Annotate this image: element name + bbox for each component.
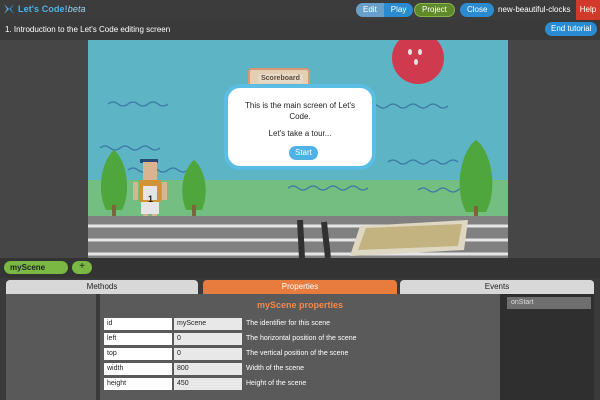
end-tutorial-button[interactable]: End tutorial bbox=[545, 22, 598, 36]
add-scene-button[interactable]: + bbox=[72, 261, 92, 274]
tree-middle bbox=[182, 160, 206, 217]
property-key: id bbox=[104, 318, 172, 330]
dialog-submessage: Let's take a tour... bbox=[268, 129, 332, 138]
runner-number: 1 bbox=[148, 194, 154, 204]
tab-properties[interactable]: Properties bbox=[203, 280, 397, 294]
property-key: height bbox=[104, 378, 172, 390]
scoreboard-title: Scoreboard bbox=[258, 74, 303, 83]
document-name: new-beautiful-clocks bbox=[498, 5, 571, 14]
property-value-field[interactable]: 800 bbox=[174, 363, 242, 375]
dialog-message: This is the main screen of Let's Code. bbox=[244, 101, 356, 121]
tree-left bbox=[100, 150, 128, 217]
tutorial-dialog: This is the main screen of Let's Code. L… bbox=[224, 84, 376, 170]
property-description: The horizontal position of the scene bbox=[246, 335, 357, 342]
properties-title: myScene properties bbox=[256, 300, 344, 310]
play-mode-button[interactable]: Play bbox=[383, 3, 414, 17]
property-description: Height of the scene bbox=[246, 380, 307, 387]
tutorial-title: 1. Introduction to the Let's Code editin… bbox=[5, 25, 171, 34]
edit-mode-button[interactable]: Edit bbox=[356, 3, 384, 17]
close-button[interactable]: Close bbox=[460, 3, 495, 17]
property-key: left bbox=[104, 333, 172, 345]
event-item-onstart[interactable]: onStart bbox=[507, 297, 591, 309]
scene-tab-myscene[interactable]: myScene bbox=[4, 261, 68, 274]
logo-suffix: beta bbox=[67, 4, 86, 14]
property-value-field[interactable]: 0 bbox=[174, 333, 242, 345]
events-list bbox=[500, 294, 594, 400]
methods-list bbox=[6, 294, 96, 400]
app-logo[interactable]: Let's Code!beta bbox=[3, 3, 86, 15]
property-description: The identifier for this scene bbox=[246, 320, 331, 327]
sun-character bbox=[392, 40, 444, 84]
logo-name: Let's Code! bbox=[18, 4, 68, 14]
property-key: top bbox=[104, 348, 172, 360]
property-value-field[interactable]: 450 bbox=[174, 378, 242, 390]
logo-icon bbox=[4, 4, 14, 14]
property-description: The vertical position of the scene bbox=[246, 350, 349, 357]
mode-switch: Edit Play bbox=[356, 3, 414, 17]
property-key: width bbox=[104, 363, 172, 375]
property-value-field[interactable]: myScene bbox=[174, 318, 242, 330]
property-value-field[interactable]: 0 bbox=[174, 348, 242, 360]
tree-right bbox=[459, 140, 493, 218]
property-description: Width of the scene bbox=[246, 365, 304, 372]
tutorial-bar: 1. Introduction to the Let's Code editin… bbox=[0, 20, 600, 40]
tab-methods[interactable]: Methods bbox=[6, 280, 198, 294]
project-button[interactable]: Project bbox=[414, 3, 455, 17]
help-button[interactable]: Help bbox=[576, 0, 600, 20]
logo-text: Let's Code!beta bbox=[18, 4, 86, 14]
tab-events[interactable]: Events bbox=[400, 280, 594, 294]
start-button[interactable]: Start bbox=[289, 146, 318, 160]
